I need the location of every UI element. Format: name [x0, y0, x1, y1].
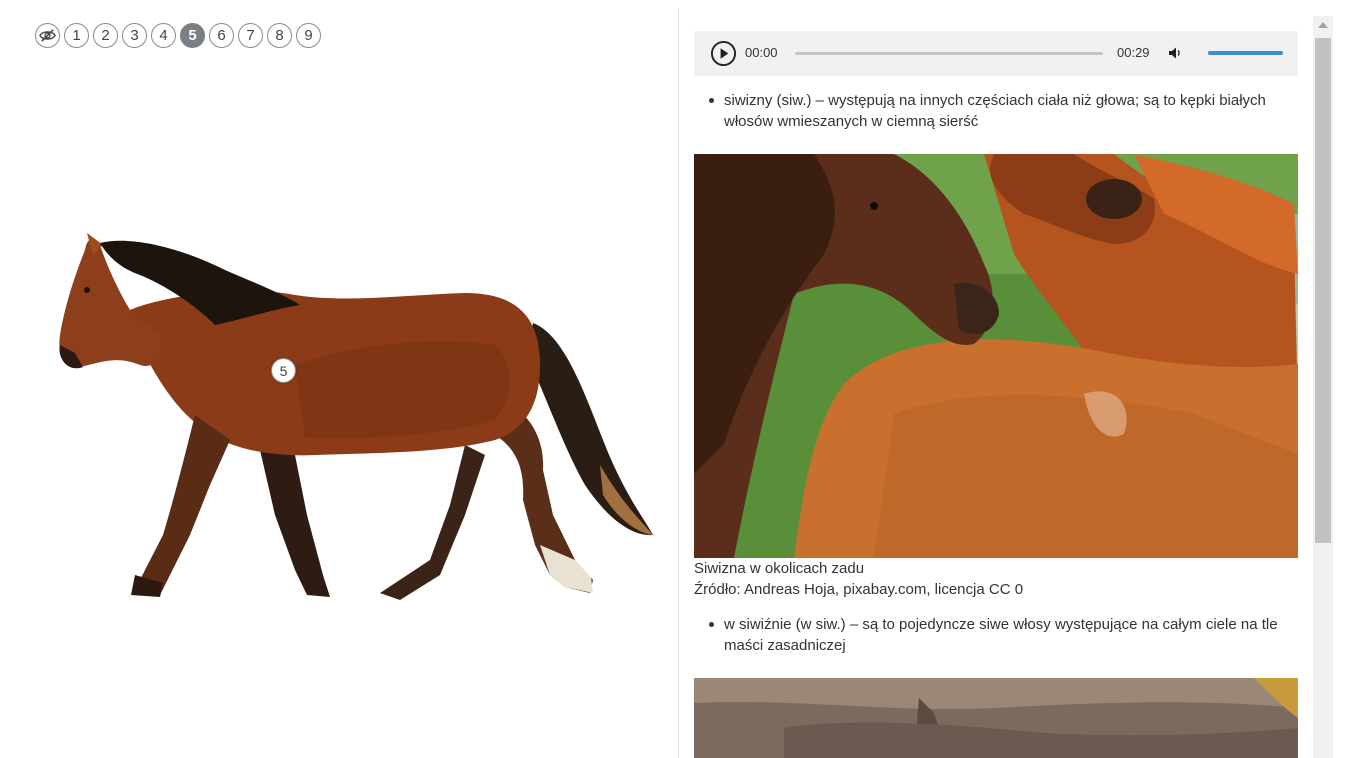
- horse-illustration: [45, 215, 665, 615]
- second-horse-photo: [694, 678, 1298, 758]
- point-button-5[interactable]: 5: [180, 23, 205, 48]
- volume-level: [1208, 51, 1283, 55]
- audio-progress-bar[interactable]: [795, 52, 1103, 55]
- vertical-scrollbar[interactable]: [1313, 16, 1333, 758]
- total-time: 00:29: [1117, 45, 1150, 60]
- volume-slider[interactable]: [1208, 51, 1283, 55]
- point-button-7[interactable]: 7: [238, 23, 263, 48]
- point-button-1[interactable]: 1: [64, 23, 89, 48]
- caption-source: Źródło: Andreas Hoja, pixabay.com, licen…: [694, 581, 1024, 598]
- description-item-2: w siwiźnie (w siw.) – są to pojedyncze s…: [704, 614, 1284, 656]
- point-button-2[interactable]: 2: [93, 23, 118, 48]
- photo-caption: Siwizna w okolicach zadu Źródło: Andreas…: [694, 558, 1023, 600]
- hotspot-marker[interactable]: 5: [271, 358, 296, 383]
- scroll-up-arrow-icon[interactable]: [1318, 22, 1328, 28]
- description-item-1: siwizny (siw.) – występują na innych czę…: [704, 90, 1284, 132]
- scroll-thumb[interactable]: [1315, 38, 1331, 543]
- caption-title: Siwizna w okolicach zadu: [694, 560, 865, 577]
- point-button-6[interactable]: 6: [209, 23, 234, 48]
- point-button-9[interactable]: 9: [296, 23, 321, 48]
- horses-photo: [694, 154, 1298, 558]
- current-time: 00:00: [745, 45, 778, 60]
- volume-icon[interactable]: [1167, 45, 1183, 61]
- eye-slash-icon[interactable]: [35, 23, 60, 48]
- point-navigation: 1 2 3 4 5 6 7 8 9: [35, 23, 321, 48]
- point-button-3[interactable]: 3: [122, 23, 147, 48]
- right-pane: 00:00 00:29 siwizny (siw.) – występują n…: [679, 0, 1350, 758]
- point-button-4[interactable]: 4: [151, 23, 176, 48]
- play-icon[interactable]: [710, 40, 737, 67]
- point-button-8[interactable]: 8: [267, 23, 292, 48]
- left-pane: 1 2 3 4 5 6 7 8 9 5: [0, 0, 678, 758]
- audio-player: 00:00 00:29: [694, 31, 1298, 76]
